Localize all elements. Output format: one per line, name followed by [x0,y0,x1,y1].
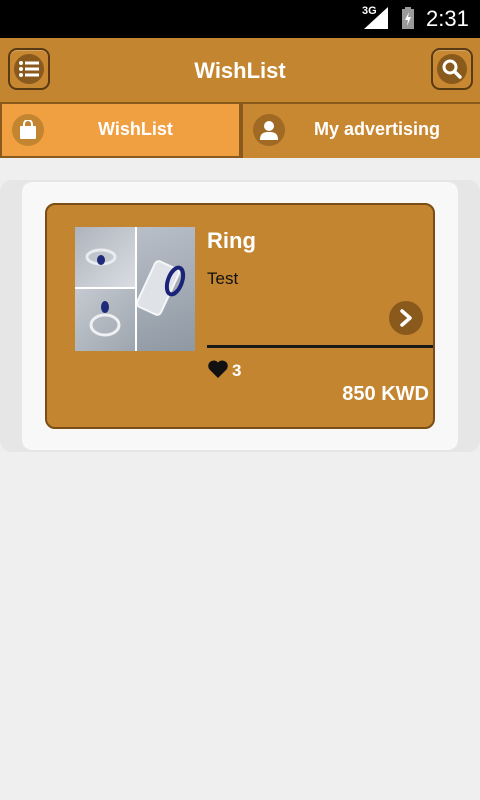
status-bar: 3G 2:31 [0,0,480,38]
item-divider [207,345,433,348]
user-icon [260,121,278,140]
tab-my-advertising-label: My advertising [314,119,441,139]
signal-icon [364,7,388,29]
clock: 2:31 [426,6,469,31]
tab-wishlist-label: WishList [98,119,173,139]
ring-photo-1 [75,227,135,287]
tab-bar: WishList My advertising [0,104,480,158]
chevron-right-icon [400,309,412,327]
page-title: WishList [194,58,286,83]
thumb-separator [75,287,135,289]
thumb-separator [135,227,137,351]
heart-icon [208,360,228,378]
item-description: Test [207,269,239,288]
app-header: WishList [0,38,480,104]
tab-wishlist-icon-wrap [12,114,44,146]
search-icon [442,59,462,79]
item-price: 850 KWD [342,383,429,405]
likes-count: 3 [232,361,242,380]
ring-photo-3 [135,227,195,351]
tab-adv-icon-wrap [253,114,285,146]
tab-my-advertising[interactable]: My advertising [241,104,480,158]
wishlist-item-card[interactable]: Ring Test 3 850 KWD [45,203,435,429]
shopping-bag-icon [20,120,36,139]
item-detail-button[interactable] [389,301,423,335]
likes[interactable]: 3 [207,359,242,380]
item-thumbnail[interactable] [75,227,195,351]
tab-wishlist[interactable]: WishList [0,104,241,158]
battery-charging-icon [402,7,414,29]
search-button[interactable] [431,48,473,90]
item-title: Ring [207,228,256,253]
ring-photo-2 [75,289,135,351]
